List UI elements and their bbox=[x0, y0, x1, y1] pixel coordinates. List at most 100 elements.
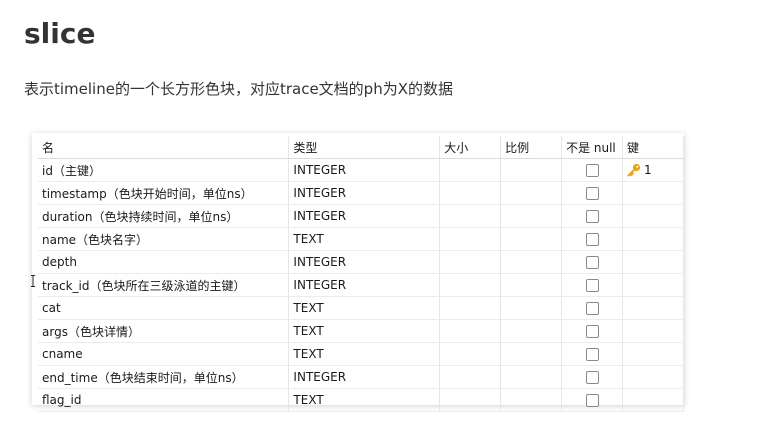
field-size-cell[interactable] bbox=[439, 342, 502, 366]
field-not-null-cell bbox=[561, 204, 624, 228]
table-row[interactable]: timestamp（色块开始时间，单位ns） INTEGER bbox=[38, 181, 684, 205]
table-structure-panel: 名 类型 大小 比例 不是 null 键 id（主键） INTEGER 1 times… bbox=[32, 133, 684, 412]
field-type-cell[interactable]: INTEGER bbox=[288, 365, 441, 389]
page-title: slice bbox=[24, 17, 96, 50]
field-not-null-cell bbox=[561, 388, 624, 412]
field-name-cell[interactable]: end_time（色块结束时间，单位ns） bbox=[38, 365, 290, 389]
table-row[interactable]: args（色块详情） TEXT bbox=[38, 319, 684, 343]
not-null-checkbox[interactable] bbox=[585, 256, 599, 269]
field-name-cell[interactable]: flag_id bbox=[38, 388, 290, 412]
field-scale-cell[interactable] bbox=[500, 227, 563, 251]
not-null-checkbox[interactable] bbox=[585, 164, 599, 177]
not-null-checkbox[interactable] bbox=[585, 302, 599, 315]
field-key-cell[interactable] bbox=[622, 273, 684, 297]
field-name-cell[interactable]: name（色块名字） bbox=[38, 227, 290, 251]
field-not-null-cell bbox=[561, 227, 624, 251]
field-not-null-cell bbox=[561, 319, 624, 343]
table-row[interactable]: duration（色块持续时间，单位ns） INTEGER bbox=[38, 204, 684, 228]
table-row[interactable]: flag_id TEXT bbox=[38, 388, 684, 412]
field-scale-cell[interactable] bbox=[500, 250, 563, 274]
field-key-cell[interactable] bbox=[622, 181, 684, 205]
field-scale-cell[interactable] bbox=[500, 296, 563, 320]
field-key-cell[interactable]: 1 bbox=[622, 158, 684, 182]
field-name-cell[interactable]: cat bbox=[38, 296, 290, 320]
table-row[interactable]: end_time（色块结束时间，单位ns） INTEGER bbox=[38, 365, 684, 389]
field-type-cell[interactable]: TEXT bbox=[288, 296, 441, 320]
field-name-cell[interactable]: depth bbox=[38, 250, 290, 274]
col-header-size[interactable]: 大小 bbox=[439, 136, 502, 159]
field-scale-cell[interactable] bbox=[500, 158, 563, 182]
not-null-checkbox[interactable] bbox=[585, 325, 599, 338]
table-row[interactable]: depth INTEGER bbox=[38, 250, 684, 274]
table-row[interactable]: track_id（色块所在三级泳道的主键） INTEGER bbox=[38, 273, 684, 297]
field-type-cell[interactable]: TEXT bbox=[288, 227, 441, 251]
field-key-cell[interactable] bbox=[622, 365, 684, 389]
field-type-cell[interactable]: INTEGER bbox=[288, 158, 441, 182]
not-null-checkbox[interactable] bbox=[585, 394, 599, 407]
field-not-null-cell bbox=[561, 273, 624, 297]
field-type-cell[interactable]: INTEGER bbox=[288, 250, 441, 274]
table-row[interactable]: name（色块名字） TEXT bbox=[38, 227, 684, 251]
field-scale-cell[interactable] bbox=[500, 342, 563, 366]
field-type-cell[interactable]: TEXT bbox=[288, 342, 441, 366]
not-null-checkbox[interactable] bbox=[585, 348, 599, 361]
field-scale-cell[interactable] bbox=[500, 273, 563, 297]
field-size-cell[interactable] bbox=[439, 158, 502, 182]
field-type-cell[interactable]: INTEGER bbox=[288, 273, 441, 297]
field-key-cell[interactable] bbox=[622, 204, 684, 228]
field-scale-cell[interactable] bbox=[500, 181, 563, 205]
field-size-cell[interactable] bbox=[439, 204, 502, 228]
field-not-null-cell bbox=[561, 296, 624, 320]
field-size-cell[interactable] bbox=[439, 273, 502, 297]
field-key-cell[interactable] bbox=[622, 227, 684, 251]
col-header-not-null[interactable]: 不是 null bbox=[561, 136, 624, 159]
field-name-cell[interactable]: track_id（色块所在三级泳道的主键） bbox=[38, 273, 290, 297]
col-header-type[interactable]: 类型 bbox=[288, 136, 441, 159]
field-scale-cell[interactable] bbox=[500, 204, 563, 228]
field-type-cell[interactable]: INTEGER bbox=[288, 181, 441, 205]
col-header-key[interactable]: 键 bbox=[622, 136, 684, 159]
field-key-cell[interactable] bbox=[622, 388, 684, 412]
field-name-cell[interactable]: args（色块详情） bbox=[38, 319, 290, 343]
not-null-checkbox[interactable] bbox=[585, 279, 599, 292]
field-name-cell[interactable]: timestamp（色块开始时间，单位ns） bbox=[38, 181, 290, 205]
field-name-cell[interactable]: cname bbox=[38, 342, 290, 366]
field-size-cell[interactable] bbox=[439, 181, 502, 205]
field-type-cell[interactable]: TEXT bbox=[288, 388, 441, 412]
field-size-cell[interactable] bbox=[439, 365, 502, 389]
field-size-cell[interactable] bbox=[439, 388, 502, 412]
field-size-cell[interactable] bbox=[439, 227, 502, 251]
not-null-checkbox[interactable] bbox=[585, 371, 599, 384]
field-size-cell[interactable] bbox=[439, 319, 502, 343]
field-not-null-cell bbox=[561, 158, 624, 182]
table-row[interactable]: id（主键） INTEGER 1 bbox=[38, 158, 684, 182]
field-key-cell[interactable] bbox=[622, 296, 684, 320]
field-name-cell[interactable]: id（主键） bbox=[38, 158, 290, 182]
field-name-cell[interactable]: duration（色块持续时间，单位ns） bbox=[38, 204, 290, 228]
text-cursor-icon bbox=[31, 275, 35, 287]
field-not-null-cell bbox=[561, 181, 624, 205]
field-scale-cell[interactable] bbox=[500, 365, 563, 389]
field-key-cell[interactable] bbox=[622, 250, 684, 274]
not-null-checkbox[interactable] bbox=[585, 210, 599, 223]
key-icon bbox=[627, 164, 641, 177]
field-key-cell[interactable] bbox=[622, 342, 684, 366]
not-null-checkbox[interactable] bbox=[585, 187, 599, 200]
col-header-name[interactable]: 名 bbox=[38, 136, 290, 159]
field-scale-cell[interactable] bbox=[500, 319, 563, 343]
field-not-null-cell bbox=[561, 365, 624, 389]
field-type-cell[interactable]: TEXT bbox=[288, 319, 441, 343]
field-size-cell[interactable] bbox=[439, 250, 502, 274]
page-description: 表示timeline的一个长方形色块，对应trace文档的ph为X的数据 bbox=[24, 80, 453, 98]
field-size-cell[interactable] bbox=[439, 296, 502, 320]
table-row[interactable]: cat TEXT bbox=[38, 296, 684, 320]
table-row[interactable]: cname TEXT bbox=[38, 342, 684, 366]
col-header-scale[interactable]: 比例 bbox=[500, 136, 563, 159]
field-not-null-cell bbox=[561, 250, 624, 274]
field-scale-cell[interactable] bbox=[500, 388, 563, 412]
not-null-checkbox[interactable] bbox=[585, 233, 599, 246]
field-type-cell[interactable]: INTEGER bbox=[288, 204, 441, 228]
key-order: 1 bbox=[644, 162, 652, 177]
field-not-null-cell bbox=[561, 342, 624, 366]
field-key-cell[interactable] bbox=[622, 319, 684, 343]
